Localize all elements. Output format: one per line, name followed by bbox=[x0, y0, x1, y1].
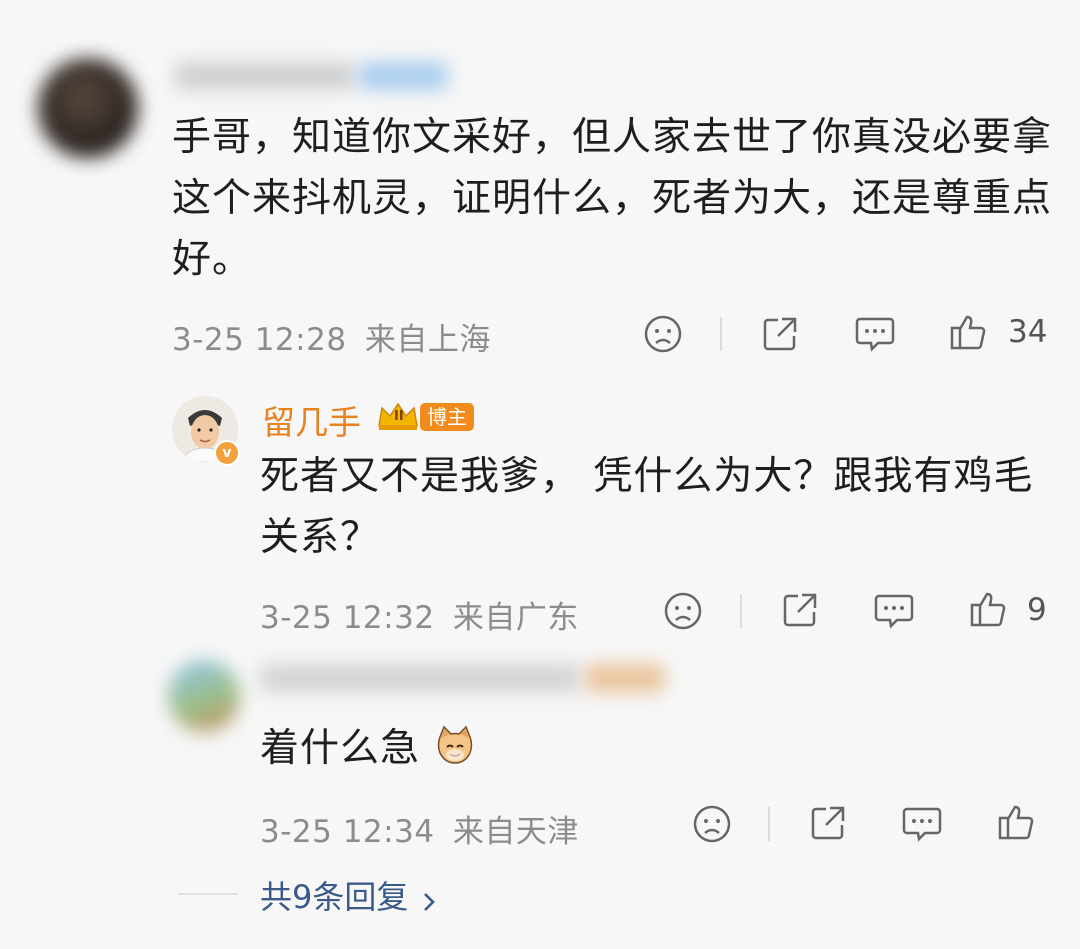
user-badge-blurred bbox=[358, 62, 448, 90]
divider bbox=[720, 317, 722, 351]
username-blurred[interactable] bbox=[175, 62, 355, 90]
comment-icon[interactable] bbox=[873, 591, 915, 631]
comment-text: 死者又不是我爹， 凭什么为大？跟我有鸡毛关系？ bbox=[260, 454, 1034, 560]
username-blurred[interactable] bbox=[260, 664, 580, 692]
sad-face-icon[interactable] bbox=[692, 804, 732, 844]
replies-count-label: 共9条回复 bbox=[260, 878, 409, 916]
comment-location: 来自广东 bbox=[452, 600, 579, 636]
avatar[interactable] bbox=[38, 58, 138, 158]
share-icon[interactable] bbox=[780, 590, 820, 630]
comment-text-body: 着什么急 bbox=[260, 726, 421, 771]
chevron-right-icon bbox=[421, 890, 437, 918]
divider bbox=[768, 807, 770, 841]
line-decoration bbox=[178, 893, 238, 895]
user-badge-blurred bbox=[585, 664, 665, 692]
cat-emoji-icon bbox=[435, 722, 475, 783]
username[interactable]: 留几手 bbox=[262, 396, 361, 444]
avatar[interactable] bbox=[168, 660, 240, 732]
comment-time: 3-25 12:28 bbox=[172, 322, 347, 358]
verified-icon: v bbox=[214, 440, 240, 466]
comment-icon[interactable] bbox=[901, 804, 943, 844]
comment-text: 着什么急 bbox=[260, 718, 475, 783]
comment-meta: 3-25 12:28 来自上海 bbox=[172, 314, 491, 359]
comment-icon[interactable] bbox=[854, 314, 896, 354]
share-icon[interactable] bbox=[760, 314, 800, 354]
comment-location: 来自天津 bbox=[452, 814, 579, 850]
comment-time: 3-25 12:32 bbox=[260, 600, 435, 636]
sad-face-icon[interactable] bbox=[643, 314, 683, 354]
crown-badge: II bbox=[376, 400, 420, 432]
comment-text: 手哥，知道你文采好，但人家去世了你真没必要拿这个来抖机灵，证明什么，死者为大，还… bbox=[172, 115, 1053, 282]
comment-time: 3-25 12:34 bbox=[260, 814, 435, 850]
like-count: 9 bbox=[1027, 592, 1047, 628]
divider bbox=[740, 594, 742, 628]
thumbs-up-icon[interactable] bbox=[968, 589, 1008, 629]
comment-meta: 3-25 12:32 来自广东 bbox=[260, 592, 579, 637]
share-icon[interactable] bbox=[808, 803, 848, 843]
thumbs-up-icon[interactable] bbox=[996, 802, 1036, 842]
comment-location: 来自上海 bbox=[364, 322, 491, 358]
crown-level: II bbox=[394, 409, 404, 424]
view-replies-link[interactable]: 共9条回复 bbox=[260, 872, 437, 918]
sad-face-icon[interactable] bbox=[663, 591, 703, 631]
thumbs-up-icon[interactable] bbox=[948, 312, 988, 352]
comment-meta: 3-25 12:34 来自天津 bbox=[260, 806, 579, 851]
like-count: 34 bbox=[1008, 314, 1048, 350]
author-badge: 博主 bbox=[420, 403, 474, 431]
